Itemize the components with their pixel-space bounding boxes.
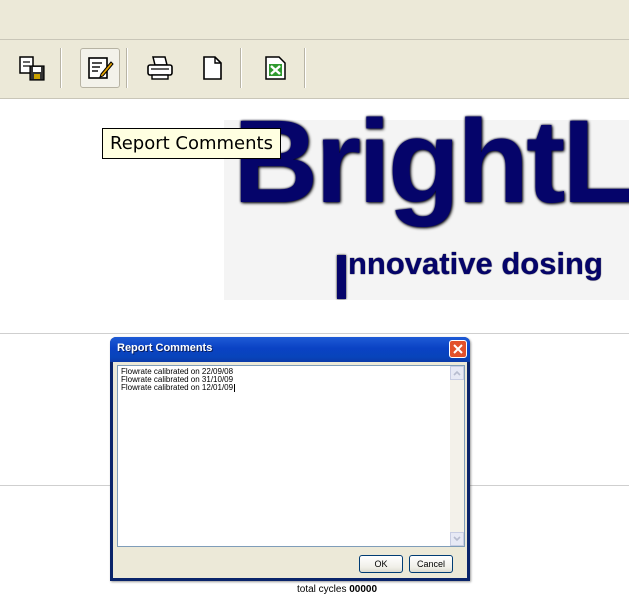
toolbar-separator bbox=[240, 48, 242, 88]
chevron-up-icon bbox=[453, 370, 461, 376]
logo-i-bar bbox=[337, 255, 346, 299]
close-icon bbox=[453, 344, 463, 354]
logo-tagline: nnovative dosing bbox=[348, 246, 603, 281]
scroll-down-button[interactable] bbox=[450, 532, 464, 546]
chevron-down-icon bbox=[453, 536, 461, 542]
total-cycles-readout: total cycles 00000 bbox=[297, 584, 377, 595]
total-cycles-value: 00000 bbox=[349, 584, 378, 595]
report-comments-button[interactable] bbox=[80, 48, 120, 88]
total-cycles-label: total cycles bbox=[297, 584, 347, 595]
new-document-button[interactable] bbox=[192, 48, 232, 88]
dialog-title: Report Comments bbox=[117, 342, 213, 354]
company-logo: BrightLo nnovative dosing bbox=[0, 100, 629, 300]
toolbar-separator bbox=[60, 48, 62, 88]
ok-button[interactable]: OK bbox=[359, 555, 403, 573]
save-report-icon bbox=[19, 56, 45, 81]
report-comments-dialog: Report Comments Flowrate calibrated on 2… bbox=[110, 337, 470, 581]
dialog-close-button[interactable] bbox=[449, 340, 467, 358]
toolbar-separator bbox=[126, 48, 128, 88]
comment-line: Flowrate calibrated on 12/01/09 bbox=[121, 383, 236, 392]
dialog-client-area: Flowrate calibrated on 22/09/08 Flowrate… bbox=[113, 362, 467, 578]
comments-text: Flowrate calibrated on 22/09/08 Flowrate… bbox=[121, 368, 441, 392]
save-report-button[interactable] bbox=[12, 48, 52, 88]
cancel-button[interactable]: Cancel bbox=[409, 555, 453, 573]
export-excel-icon bbox=[265, 56, 286, 80]
comments-textarea[interactable]: Flowrate calibrated on 22/09/08 Flowrate… bbox=[117, 365, 465, 547]
text-caret bbox=[234, 384, 236, 392]
report-comments-tooltip: Report Comments bbox=[102, 128, 281, 159]
export-excel-button[interactable] bbox=[255, 48, 295, 88]
print-button[interactable] bbox=[140, 48, 180, 88]
report-divider-top bbox=[0, 333, 629, 334]
logo-wordmark: BrightLo bbox=[233, 100, 629, 228]
dialog-titlebar[interactable]: Report Comments bbox=[110, 337, 470, 362]
print-icon bbox=[147, 56, 173, 80]
report-toolbar bbox=[0, 40, 629, 99]
comments-scrollbar[interactable] bbox=[450, 366, 464, 546]
report-comments-icon bbox=[88, 57, 114, 79]
new-document-icon bbox=[203, 56, 222, 80]
toolbar-separator bbox=[304, 48, 306, 88]
report-viewer-top-strip bbox=[0, 0, 629, 40]
scroll-up-button[interactable] bbox=[450, 366, 464, 380]
